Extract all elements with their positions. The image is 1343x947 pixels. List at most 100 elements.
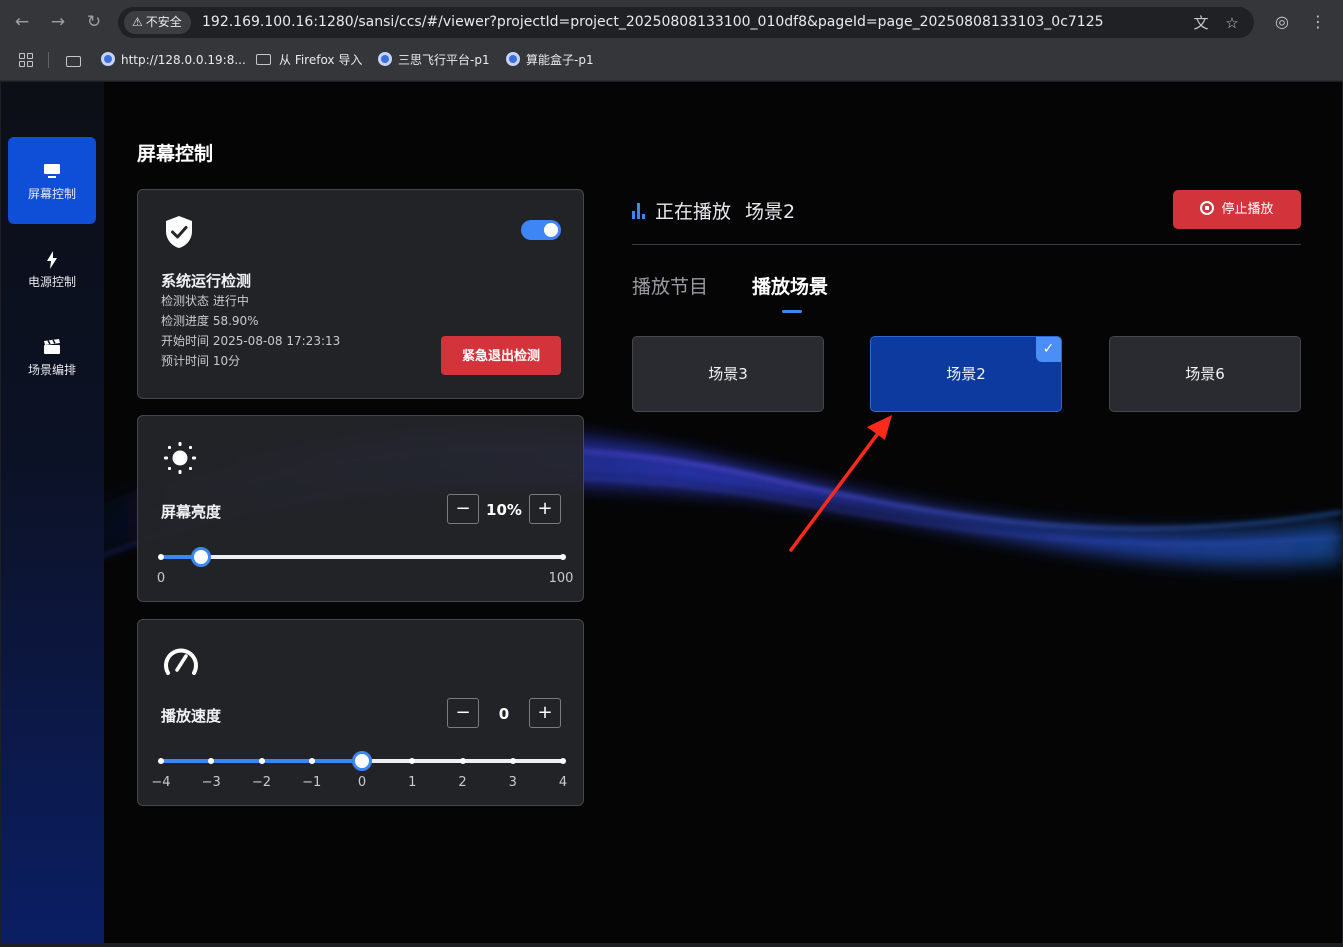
brightness-slider[interactable] <box>158 547 566 567</box>
speed-tick-label: −4 <box>151 775 171 790</box>
reload-icon[interactable]: ↻ <box>82 10 106 34</box>
speed-tick-label: −3 <box>201 775 221 790</box>
slider-end-dot <box>560 554 566 560</box>
speed-card: 播放速度 − 0 + −4 −3 −2 −1 0 1 2 3 4 <box>137 619 584 806</box>
tab-play-program[interactable]: 播放节目 <box>632 272 708 299</box>
check-status: 检测状态 进行中 <box>161 294 249 308</box>
bookmark-item[interactable]: 从 Firefox 导入 <box>256 50 362 70</box>
scene-tile[interactable]: 场景6 <box>1109 336 1301 412</box>
system-check-card: 系统运行检测 检测状态 进行中 检测进度 58.90% 开始时间 2025-08… <box>137 189 584 399</box>
clapperboard-icon <box>8 339 96 359</box>
speed-label: 播放速度 <box>161 707 222 725</box>
speed-increase-button[interactable]: + <box>529 698 561 728</box>
bookmark-item[interactable]: 算能盒子-p1 <box>506 50 594 70</box>
emergency-exit-check-button[interactable]: 紧急退出检测 <box>441 336 561 375</box>
shield-check-icon <box>166 216 192 248</box>
forward-icon[interactable]: → <box>46 10 70 34</box>
bookmark-label: 三思飞行平台-p1 <box>398 53 490 67</box>
scene-label: 场景3 <box>708 365 748 383</box>
address-bar[interactable]: ⚠ 不安全 192.169.100.16:1280/sansi/ccs/#/vie… <box>118 7 1254 38</box>
brightness-label: 屏幕亮度 <box>161 503 222 521</box>
slider-stop-dot <box>459 758 466 764</box>
speed-tick-label: 4 <box>558 775 568 790</box>
app-viewport: 屏幕控制 电源控制 场景编排 屏幕控制 系统运行检测 检测状态 进行中 检测进度… <box>1 82 1342 943</box>
check-estimate: 预计时间 10分 <box>161 354 241 368</box>
brightness-value: 10% <box>486 501 522 519</box>
security-chip[interactable]: ⚠ 不安全 <box>124 11 191 34</box>
brightness-decrease-button[interactable]: − <box>447 494 479 524</box>
stop-playback-button[interactable]: 停止播放 <box>1173 190 1301 229</box>
sidebar-item-label: 电源控制 <box>27 275 76 289</box>
bookmark-star-icon[interactable]: ☆ <box>1220 11 1244 35</box>
speedometer-icon <box>164 648 198 675</box>
check-progress: 检测进度 58.90% <box>161 314 259 328</box>
stop-playback-label: 停止播放 <box>1221 202 1274 217</box>
speed-tick-label: 3 <box>508 775 517 790</box>
system-check-toggle[interactable] <box>521 220 561 240</box>
bookmark-label: 从 Firefox 导入 <box>279 53 363 67</box>
tab-play-scene[interactable]: 播放场景 <box>752 272 828 299</box>
brightness-increase-button[interactable]: + <box>529 494 561 524</box>
translate-icon[interactable]: 文 <box>1189 11 1213 35</box>
brightness-min-label: 0 <box>156 571 166 586</box>
profile-icon[interactable]: ◎ <box>1270 10 1294 34</box>
current-scene-name: 场景2 <box>745 201 796 223</box>
site-icon <box>101 52 115 66</box>
browser-toolbar: ← → ↻ ⚠ 不安全 192.169.100.16:1280/sansi/ccs… <box>0 0 1343 44</box>
slider-stop-dot <box>208 758 215 764</box>
speed-slider[interactable] <box>158 751 566 771</box>
url-text[interactable]: 192.169.100.16:1280/sansi/ccs/#/viewer?p… <box>202 7 1104 38</box>
slider-stop-dot <box>560 758 566 764</box>
now-playing-label: 正在播放 <box>655 201 732 223</box>
sidebar-item-screen-control[interactable]: 屏幕控制 <box>8 137 96 224</box>
security-label: 不安全 <box>145 15 182 29</box>
bookmark-item[interactable]: http://128.0.0.19:8... <box>101 50 246 70</box>
page-title: 屏幕控制 <box>137 143 214 165</box>
scene-label: 场景6 <box>1185 365 1225 383</box>
bolt-icon <box>8 251 96 271</box>
header-divider <box>632 244 1301 245</box>
warning-icon: ⚠ <box>132 15 143 29</box>
slider-stop-dot <box>308 758 315 764</box>
site-icon <box>378 52 392 66</box>
slider-thumb[interactable] <box>191 547 212 567</box>
monitor-icon <box>8 163 96 183</box>
slider-stop-dot <box>158 758 164 764</box>
sidebar-item-label: 场景编排 <box>27 363 76 377</box>
active-tab-indicator <box>782 310 802 313</box>
slider-stop-dot <box>509 758 516 764</box>
screen-edge <box>0 943 1343 947</box>
now-playing: 正在播放 场景2 <box>632 197 795 224</box>
speed-tick-label: −1 <box>302 775 322 790</box>
scene-tile[interactable]: 场景3 <box>632 336 824 412</box>
sidebar: 屏幕控制 电源控制 场景编排 <box>1 82 104 943</box>
scene-tile-selected[interactable]: 场景2 ✓ <box>870 336 1062 412</box>
bookmark-label: 算能盒子-p1 <box>526 53 594 67</box>
brightness-max-label: 100 <box>548 571 574 586</box>
back-icon[interactable]: ← <box>10 10 34 34</box>
speed-tick-label: −2 <box>251 775 272 790</box>
slider-track <box>161 555 563 559</box>
site-icon <box>506 52 520 66</box>
speed-tick-label: 0 <box>357 775 367 790</box>
sidebar-item-power-control[interactable]: 电源控制 <box>8 225 96 312</box>
sidebar-item-scene-arrangement[interactable]: 场景编排 <box>8 313 96 400</box>
sidebar-item-label: 屏幕控制 <box>27 187 76 201</box>
menu-kebab-icon[interactable]: ⋮ <box>1306 10 1330 34</box>
apps-grid-icon[interactable] <box>19 53 33 67</box>
speed-decrease-button[interactable]: − <box>447 698 479 728</box>
brightness-card: 屏幕亮度 − 10% + 0 100 <box>137 415 584 602</box>
folder-icon <box>66 56 81 67</box>
slider-start-dot <box>158 554 164 560</box>
folder-icon <box>256 54 271 65</box>
checkmark-icon: ✓ <box>1036 337 1061 362</box>
bookmarks-folder[interactable] <box>66 52 89 72</box>
slider-stop-dot <box>258 758 265 764</box>
slider-thumb[interactable] <box>352 751 372 771</box>
speed-tick-label: 2 <box>458 775 467 790</box>
check-start-time: 开始时间 2025-08-08 17:23:13 <box>161 334 341 348</box>
bookmark-item[interactable]: 三思飞行平台-p1 <box>378 50 490 70</box>
speed-tick-label: 1 <box>408 775 417 790</box>
system-check-title: 系统运行检测 <box>161 272 252 290</box>
bookmark-label: http://128.0.0.19:8... <box>121 53 246 67</box>
